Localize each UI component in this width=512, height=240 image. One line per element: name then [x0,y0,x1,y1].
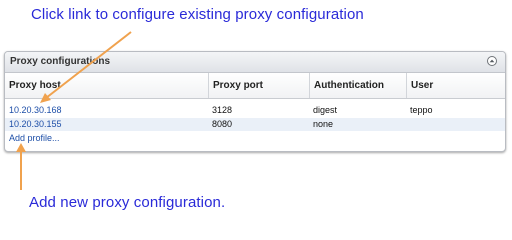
callout-existing-proxy: Click link to configure existing proxy c… [31,6,364,23]
table-row: 10.20.30.168 3128 digest teppo [5,104,505,117]
authentication-cell: none [313,119,334,129]
column-header-user[interactable]: User [406,73,505,98]
column-header-proxy-port[interactable]: Proxy port [208,73,309,98]
table-row: 10.20.30.155 8080 none [5,118,505,131]
user-cell [406,118,410,131]
collapse-up-icon[interactable] [487,56,497,66]
screenshot-stage: Click link to configure existing proxy c… [0,0,512,219]
column-header-authentication[interactable]: Authentication [309,73,406,98]
user-cell: teppo [410,105,433,115]
proxy-port-cell: 8080 [212,119,233,129]
add-profile-link[interactable]: Add profile... [9,133,60,143]
proxy-host-link[interactable]: 10.20.30.168 [9,105,62,115]
proxy-configurations-panel: Proxy configurations Proxy host Proxy po… [4,51,506,152]
table-header: Proxy host Proxy port Authentication Use… [5,73,505,99]
callout-add-proxy: Add new proxy configuration. [29,194,226,211]
panel-header: Proxy configurations [5,52,505,73]
proxy-host-link[interactable]: 10.20.30.155 [9,119,62,129]
proxy-port-cell: 3128 [212,105,233,115]
panel-title: Proxy configurations [10,56,111,67]
proxy-host-cell: 10.20.30.168 [5,104,62,117]
column-header-proxy-host[interactable]: Proxy host [5,73,208,98]
proxy-host-cell: 10.20.30.155 [5,118,62,131]
authentication-cell: digest [313,105,338,115]
